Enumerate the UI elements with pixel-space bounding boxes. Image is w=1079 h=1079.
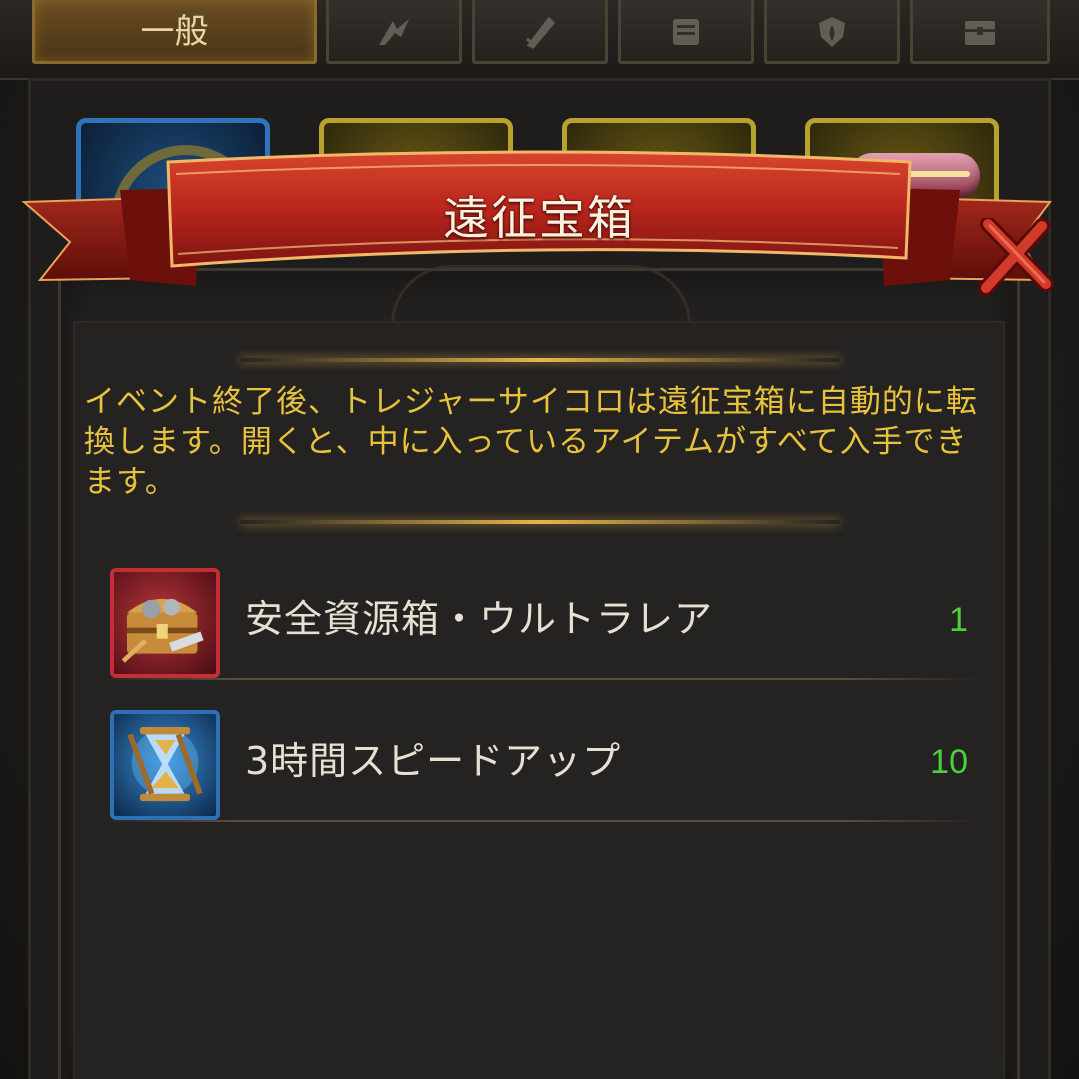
sword-icon [526,16,556,49]
combat-icon [379,19,409,45]
gold-divider-top [240,358,840,362]
resource-chest-icon [110,568,220,678]
tab-sword[interactable] [472,0,608,64]
hourglass-icon [110,710,220,820]
game-screen: 一般 イベント終了後、トレジャーサイコロは遠征宝箱に自動的に転換します。開くと、… [0,0,1079,1079]
tab-combat[interactable] [326,0,462,64]
row-divider [100,678,980,680]
shield-icon [819,17,845,47]
category-tab-bar: 一般 [0,0,1079,80]
tab-chest[interactable] [910,0,1050,64]
item-name: 3時間スピードアップ [245,739,622,783]
tab-general-label: 一般 [140,12,209,52]
list-item: 安全資源箱・ウルトラレア 1 [100,540,980,680]
chest-icon [965,21,995,45]
item-quantity: 10 [930,743,968,781]
tab-scroll[interactable] [618,0,754,64]
dialog-title: 遠征宝箱 [443,191,635,245]
scroll-icon [673,19,699,45]
item-name: 安全資源箱・ウルトラレア [245,597,714,641]
row-divider [100,820,980,822]
item-quantity: 1 [949,601,968,639]
close-icon[interactable] [978,218,1056,296]
dialog-description: イベント終了後、トレジャーサイコロは遠征宝箱に自動的に転換します。開くと、中に入… [84,384,978,500]
tab-general[interactable]: 一般 [32,0,317,64]
gold-divider-bottom [240,520,840,524]
tab-shield[interactable] [764,0,900,64]
list-item: 3時間スピードアップ 10 [100,682,980,822]
